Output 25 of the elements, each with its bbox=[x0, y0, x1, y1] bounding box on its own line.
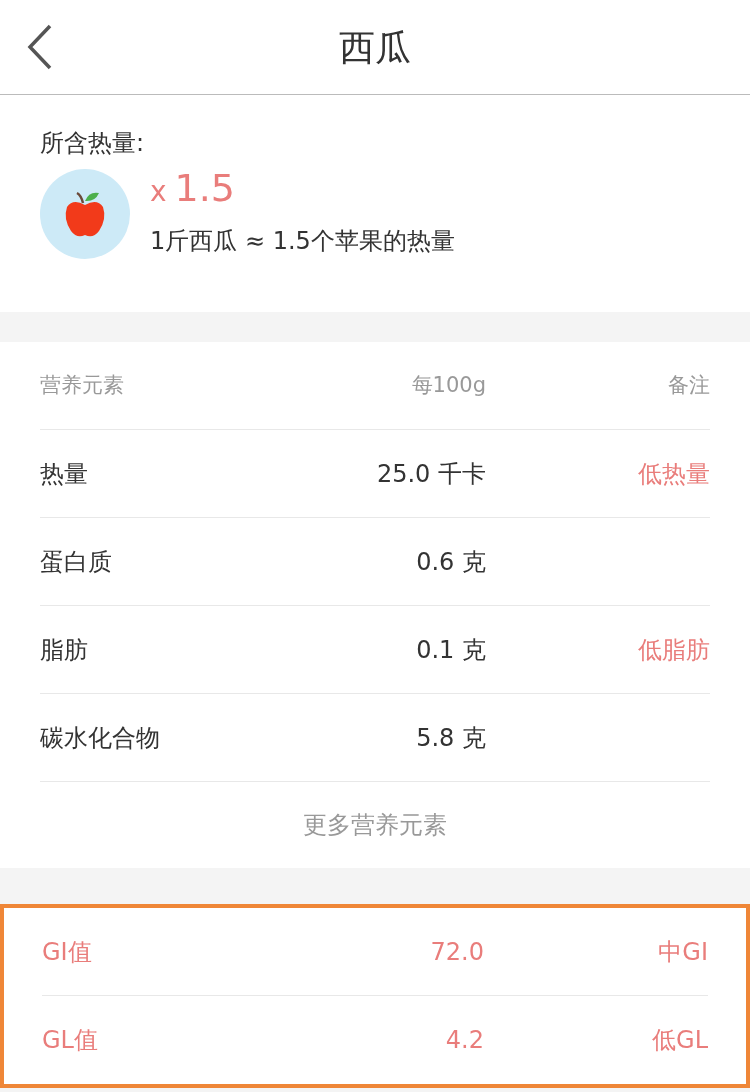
nutrient-note: 中GI bbox=[658, 937, 708, 966]
nutrient-name: GL值 bbox=[42, 1026, 98, 1054]
multiplier-value: 1.5 bbox=[174, 166, 235, 210]
column-header: 每100g bbox=[411, 372, 486, 397]
nutrient-name: 碳水化合物 bbox=[40, 723, 160, 752]
nutrient-value: 25.0 千卡 bbox=[376, 459, 486, 488]
nutrient-name: 蛋白质 bbox=[40, 547, 112, 576]
nutrient-name: 脂肪 bbox=[40, 635, 88, 664]
nutrient-value: 5.8 克 bbox=[416, 723, 486, 752]
page-title: 西瓜 bbox=[339, 27, 411, 68]
nutrient-value: 4.2 bbox=[445, 1026, 484, 1054]
multiplier-sign: x bbox=[150, 175, 167, 208]
nutrient-value: 0.6 克 bbox=[416, 547, 486, 576]
nutrient-name: GI值 bbox=[42, 937, 92, 966]
nutrient-value: 0.1 克 bbox=[416, 635, 486, 664]
nutrient-note: 低热量 bbox=[638, 459, 710, 488]
nutrient-note: 低GL bbox=[652, 1026, 708, 1054]
column-header: 营养元素 bbox=[40, 372, 124, 397]
calorie-comparison: 1斤西瓜 ≈ 1.5个苹果的热量 bbox=[150, 226, 455, 257]
calorie-label: 所含热量: bbox=[40, 128, 146, 159]
nutrient-value: 72.0 bbox=[430, 937, 484, 966]
more-nutrients-link[interactable]: 更多营养元素 bbox=[303, 811, 447, 839]
column-header: 备注 bbox=[668, 372, 710, 397]
nutrient-note: 低脂肪 bbox=[638, 635, 710, 664]
nutrient-name: 热量 bbox=[40, 459, 88, 488]
